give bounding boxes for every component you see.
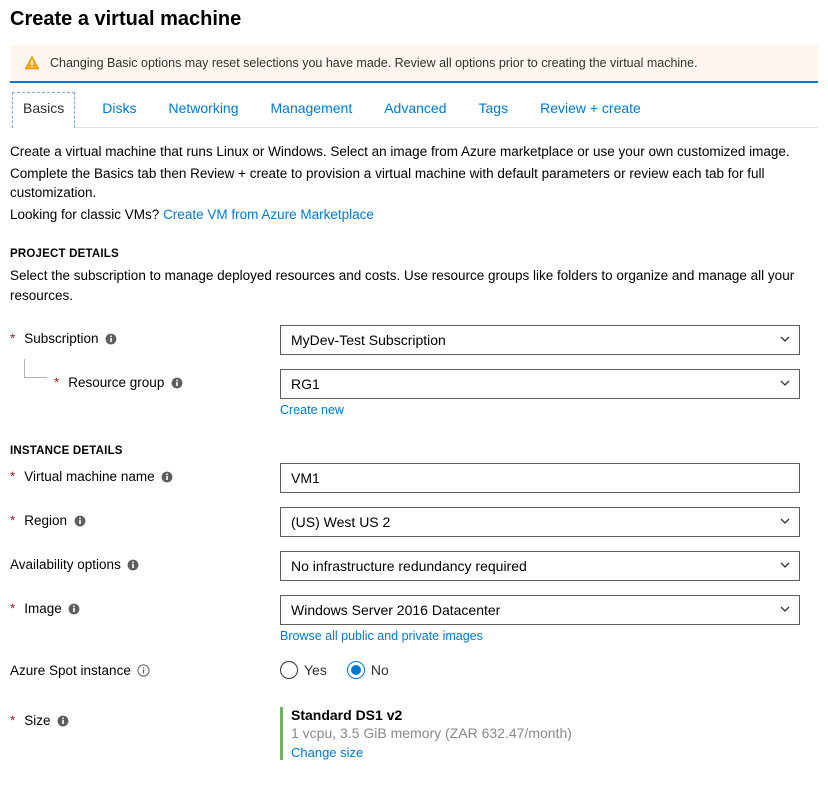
marketplace-link[interactable]: Create VM from Azure Marketplace <box>163 207 374 222</box>
chevron-down-icon <box>779 332 791 348</box>
availability-label: Availability options <box>10 551 280 572</box>
spot-instance-label-text: Azure Spot instance <box>10 663 131 678</box>
project-details-desc: Select the subscription to manage deploy… <box>10 266 818 305</box>
info-icon[interactable] <box>105 332 118 345</box>
chevron-down-icon <box>779 558 791 574</box>
tab-review-create[interactable]: Review + create <box>535 91 646 127</box>
subscription-dropdown[interactable]: MyDev-Test Subscription <box>280 325 800 355</box>
intro-line-2: Complete the Basics tab then Review + cr… <box>10 164 818 203</box>
instance-details-heading: INSTANCE DETAILS <box>10 445 818 457</box>
chevron-down-icon <box>779 602 791 618</box>
resource-group-dropdown[interactable]: RG1 <box>280 369 800 399</box>
warning-text: Changing Basic options may reset selecti… <box>50 56 698 70</box>
spot-radio-yes[interactable]: Yes <box>280 661 327 679</box>
image-dropdown[interactable]: Windows Server 2016 Datacenter <box>280 595 800 625</box>
tab-advanced[interactable]: Advanced <box>379 91 451 127</box>
info-icon[interactable] <box>73 514 86 527</box>
image-label: * Image <box>10 595 280 616</box>
region-dropdown[interactable]: (US) West US 2 <box>280 507 800 537</box>
size-desc: 1 vcpu, 3.5 GiB memory (ZAR 632.47/month… <box>291 725 818 741</box>
required-star: * <box>10 331 15 346</box>
region-value: (US) West US 2 <box>291 514 390 530</box>
required-star: * <box>10 469 15 484</box>
tabs: Basics Disks Networking Management Advan… <box>10 91 818 128</box>
subscription-label-text: Subscription <box>24 331 98 346</box>
resource-group-label-text: Resource group <box>68 375 164 390</box>
resource-group-label: * Resource group <box>10 369 280 390</box>
page-title: Create a virtual machine <box>10 8 818 31</box>
warning-banner: Changing Basic options may reset selecti… <box>10 45 818 83</box>
info-icon[interactable] <box>170 376 183 389</box>
info-icon[interactable] <box>68 602 81 615</box>
size-display: Standard DS1 v2 1 vcpu, 3.5 GiB memory (… <box>280 707 818 760</box>
spot-radio-group: Yes No <box>280 657 818 679</box>
vm-name-label: * Virtual machine name <box>10 463 280 484</box>
warning-icon <box>24 55 40 71</box>
spot-instance-label: Azure Spot instance <box>10 657 280 678</box>
change-size-link[interactable]: Change size <box>291 745 363 760</box>
chevron-down-icon <box>779 514 791 530</box>
spot-yes-label: Yes <box>304 662 327 678</box>
region-label: * Region <box>10 507 280 528</box>
image-label-text: Image <box>24 601 62 616</box>
spot-radio-no[interactable]: No <box>347 661 389 679</box>
required-star: * <box>10 513 15 528</box>
info-icon[interactable] <box>57 714 70 727</box>
subscription-value: MyDev-Test Subscription <box>291 332 446 348</box>
radio-icon-selected <box>347 661 365 679</box>
required-star: * <box>10 601 15 616</box>
create-new-rg-link[interactable]: Create new <box>280 403 344 417</box>
size-name: Standard DS1 v2 <box>291 707 818 723</box>
intro-block: Create a virtual machine that runs Linux… <box>10 142 818 224</box>
tab-management[interactable]: Management <box>266 91 358 127</box>
tab-networking[interactable]: Networking <box>163 91 243 127</box>
availability-dropdown[interactable]: No infrastructure redundancy required <box>280 551 800 581</box>
tab-tags[interactable]: Tags <box>474 91 514 127</box>
availability-value: No infrastructure redundancy required <box>291 558 527 574</box>
info-outline-icon[interactable] <box>137 664 150 677</box>
size-label: * Size <box>10 707 280 728</box>
intro-line-1: Create a virtual machine that runs Linux… <box>10 142 818 162</box>
availability-label-text: Availability options <box>10 557 121 572</box>
instance-details-section: INSTANCE DETAILS * Virtual machine name … <box>10 445 818 760</box>
image-value: Windows Server 2016 Datacenter <box>291 602 500 618</box>
info-icon[interactable] <box>161 470 174 483</box>
vm-name-label-text: Virtual machine name <box>24 469 154 484</box>
size-label-text: Size <box>24 713 50 728</box>
project-details-section: PROJECT DETAILS Select the subscription … <box>10 248 818 417</box>
vm-name-input[interactable]: VM1 <box>280 463 800 493</box>
vm-name-value: VM1 <box>291 470 320 486</box>
browse-images-link[interactable]: Browse all public and private images <box>280 629 483 643</box>
info-icon[interactable] <box>127 558 140 571</box>
project-details-heading: PROJECT DETAILS <box>10 248 818 260</box>
intro-line-3-prefix: Looking for classic VMs? <box>10 207 163 222</box>
subscription-label: * Subscription <box>10 325 280 346</box>
tab-disks[interactable]: Disks <box>97 91 141 127</box>
chevron-down-icon <box>779 376 791 392</box>
spot-no-label: No <box>371 662 389 678</box>
resource-group-value: RG1 <box>291 376 320 392</box>
required-star: * <box>10 713 15 728</box>
radio-icon <box>280 661 298 679</box>
region-label-text: Region <box>24 513 67 528</box>
tab-basics[interactable]: Basics <box>12 92 75 128</box>
required-star: * <box>54 375 59 390</box>
